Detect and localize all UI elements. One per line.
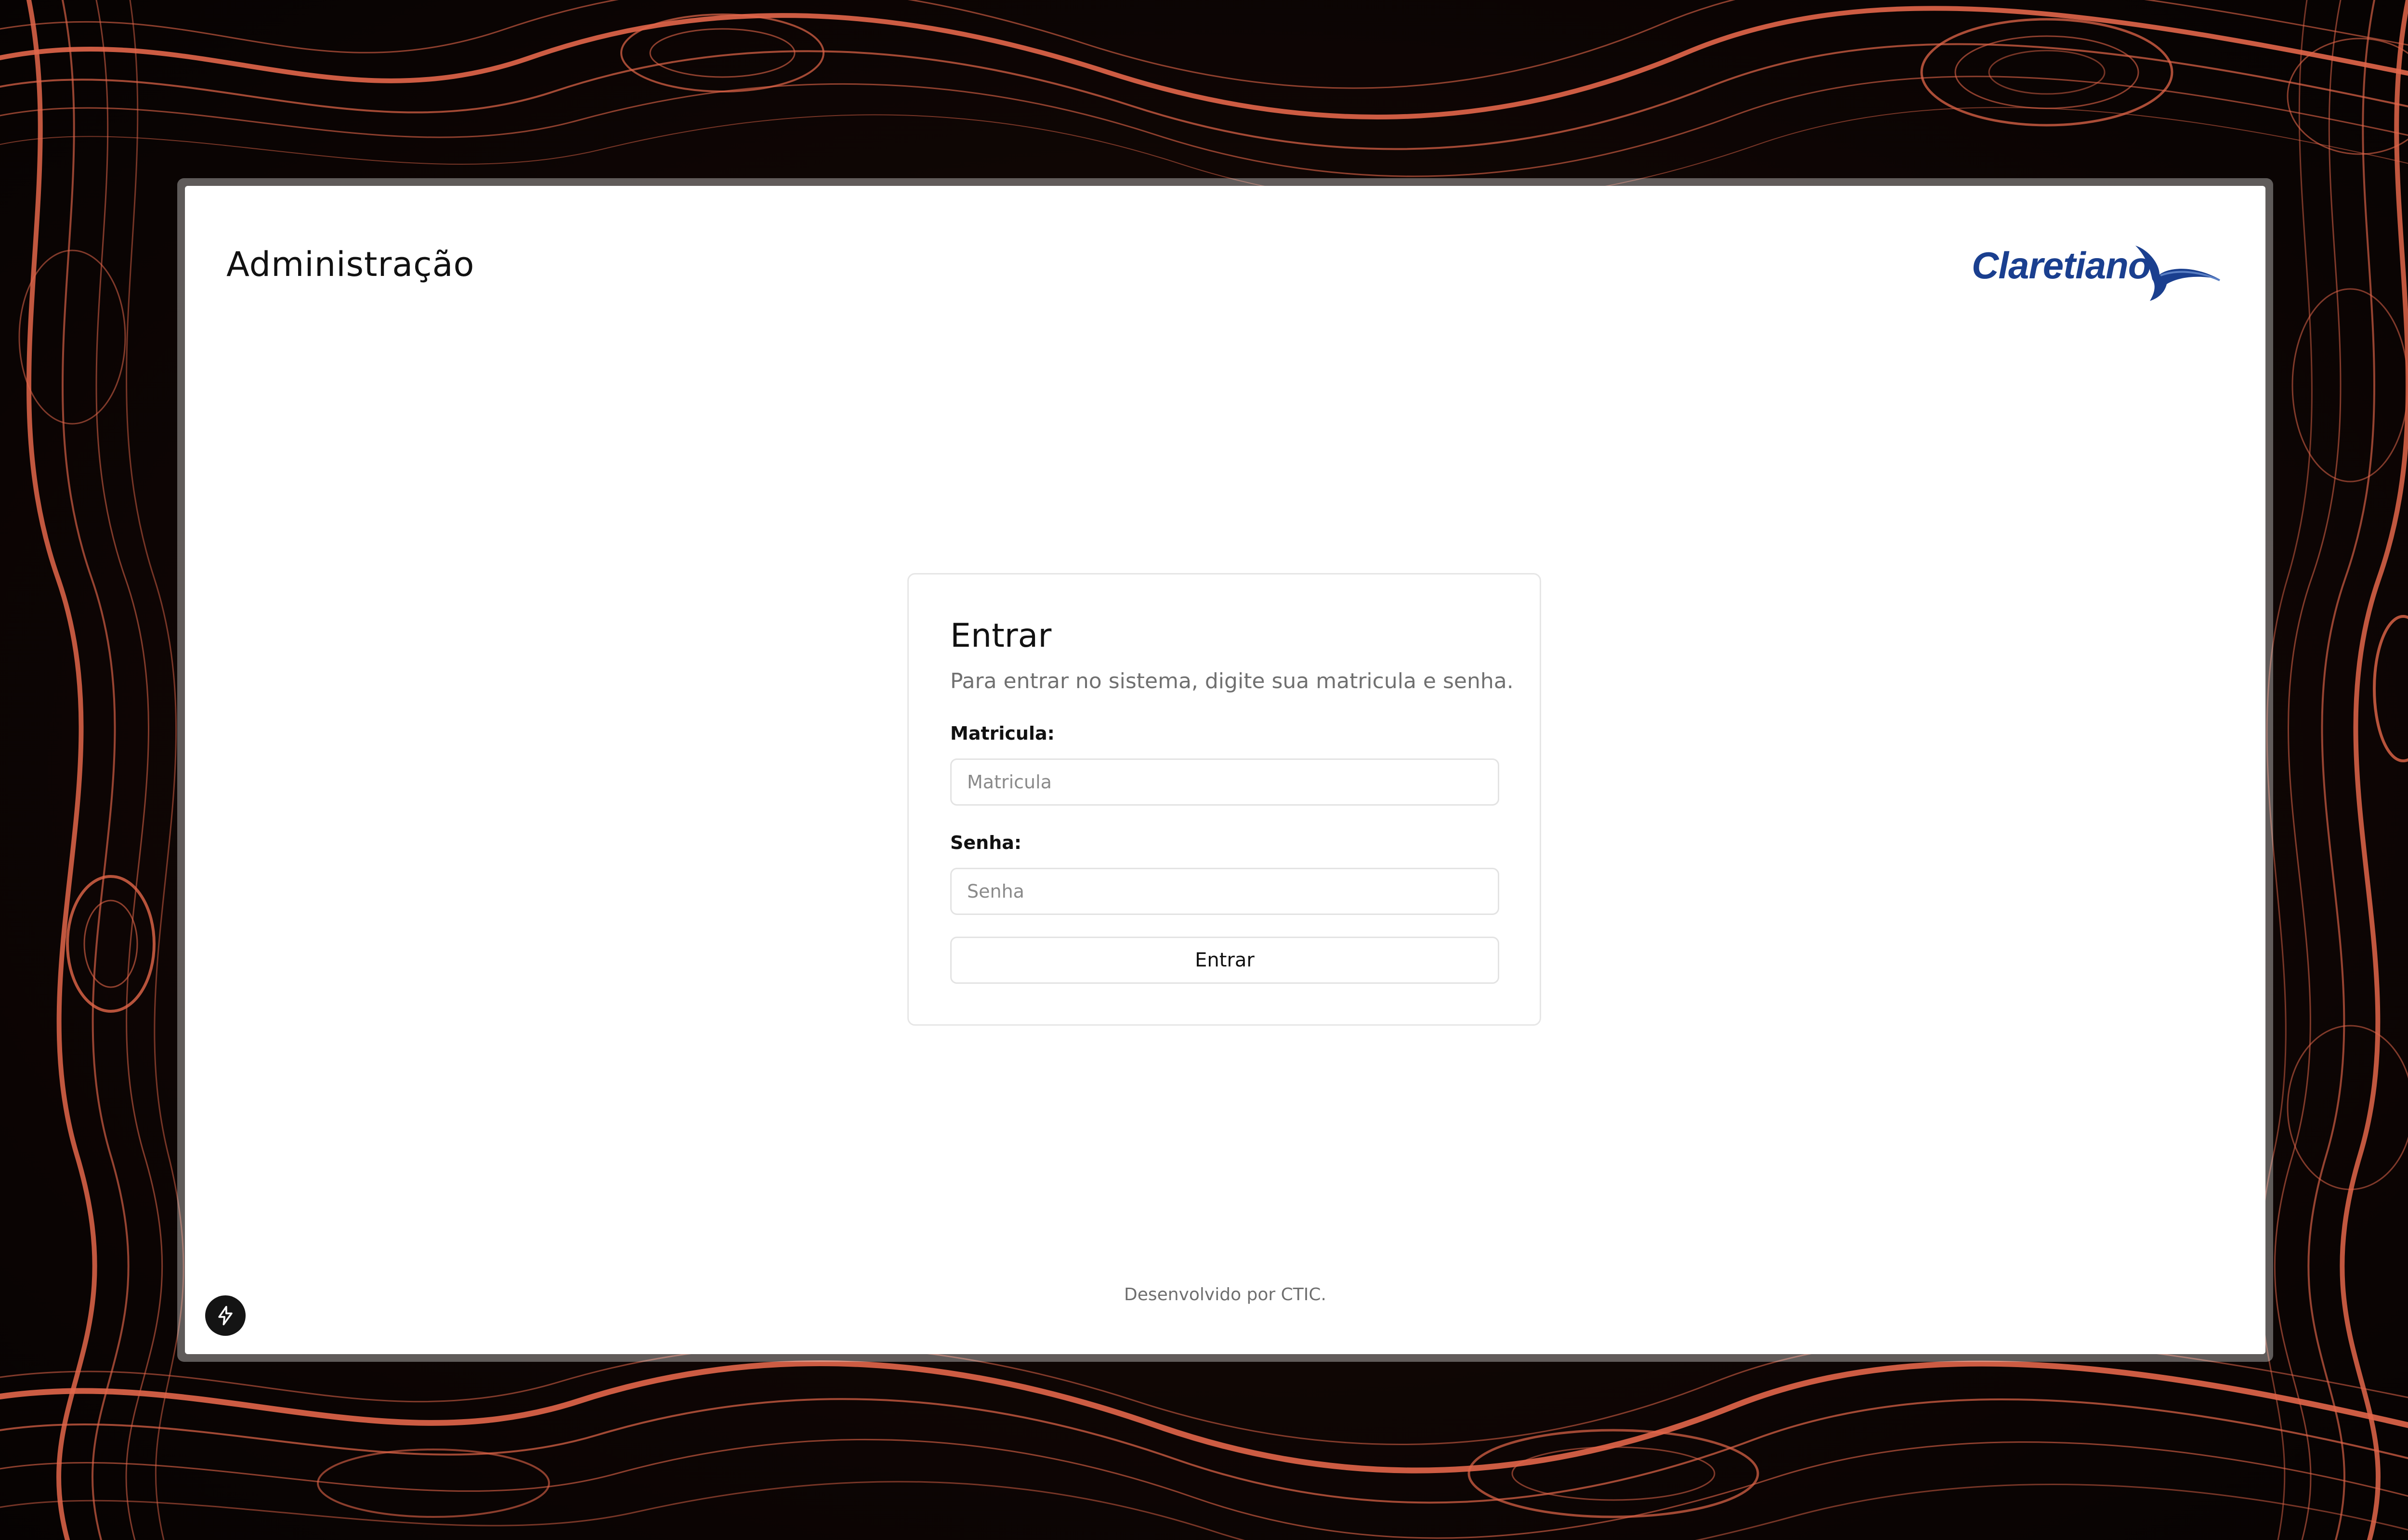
matricula-label: Matricula:: [950, 723, 1055, 744]
logo-wordmark: Claretiano: [1972, 244, 2151, 287]
page-title: Administração: [226, 245, 475, 284]
dev-tools-badge[interactable]: [205, 1295, 246, 1336]
login-title: Entrar: [950, 617, 1052, 655]
senha-label: Senha:: [950, 832, 1022, 853]
footer-credit: Desenvolvido por CTIC.: [1124, 1285, 1326, 1305]
login-card: Entrar Para entrar no sistema, digite su…: [907, 573, 1541, 1026]
senha-input[interactable]: [950, 868, 1499, 915]
claretiano-logo: Claretiano: [1972, 241, 2222, 308]
matricula-input[interactable]: [950, 758, 1499, 806]
lightning-bolt-icon: [218, 1305, 233, 1326]
bird-logo-icon: [2135, 246, 2220, 301]
admin-window: Administração Claretiano Entrar Para ent…: [185, 186, 2265, 1354]
login-description: Para entrar no sistema, digite sua matri…: [950, 669, 1514, 693]
login-submit-button[interactable]: Entrar: [950, 937, 1499, 984]
